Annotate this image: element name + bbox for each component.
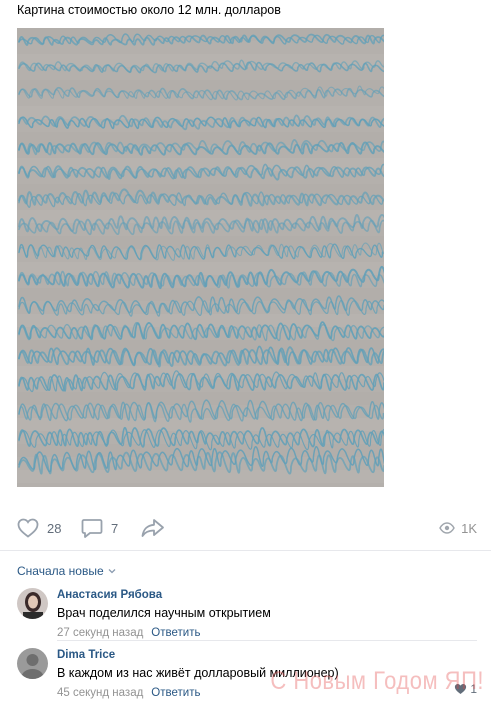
sort-label: Сначала новые xyxy=(17,564,104,578)
share-icon xyxy=(141,519,164,537)
comment-author[interactable]: Анастасия Рябова xyxy=(57,588,271,602)
chevron-down-icon xyxy=(108,569,116,574)
heart-icon xyxy=(17,518,39,538)
painting-scribbles xyxy=(17,28,384,483)
watermark-text: С Новым Годом ЯП! xyxy=(270,666,484,695)
post-actions-bar: 28 7 1K xyxy=(17,514,477,542)
avatar[interactable] xyxy=(17,588,48,619)
divider xyxy=(0,550,491,551)
avatar[interactable] xyxy=(17,648,48,679)
eye-icon xyxy=(439,522,455,534)
reply-button[interactable]: Ответить xyxy=(151,627,200,639)
post-image-painting[interactable] xyxy=(17,28,384,487)
comment-icon xyxy=(81,519,103,538)
comment-time[interactable]: 27 секунд назад xyxy=(57,627,143,639)
scribble-line xyxy=(18,299,384,317)
comments-sort-dropdown[interactable]: Сначала новые xyxy=(17,564,116,578)
comment-text: Врач поделился научным открытием xyxy=(57,606,271,620)
share-button[interactable] xyxy=(141,514,165,542)
comment-time[interactable]: 45 секунд назад xyxy=(57,687,143,699)
like-count: 28 xyxy=(47,520,62,536)
views-counter: 1K xyxy=(439,514,477,542)
comment-count: 7 xyxy=(111,520,119,536)
like-button[interactable]: 28 xyxy=(17,514,61,542)
post-text: Картина стоимостью около 12 млн. долларо… xyxy=(17,3,281,17)
comment-author[interactable]: Dima Trice xyxy=(57,648,339,662)
comment-divider xyxy=(57,640,477,641)
reply-button[interactable]: Ответить xyxy=(151,687,200,699)
views-count: 1K xyxy=(461,520,477,536)
comment-button[interactable]: 7 xyxy=(81,514,118,542)
